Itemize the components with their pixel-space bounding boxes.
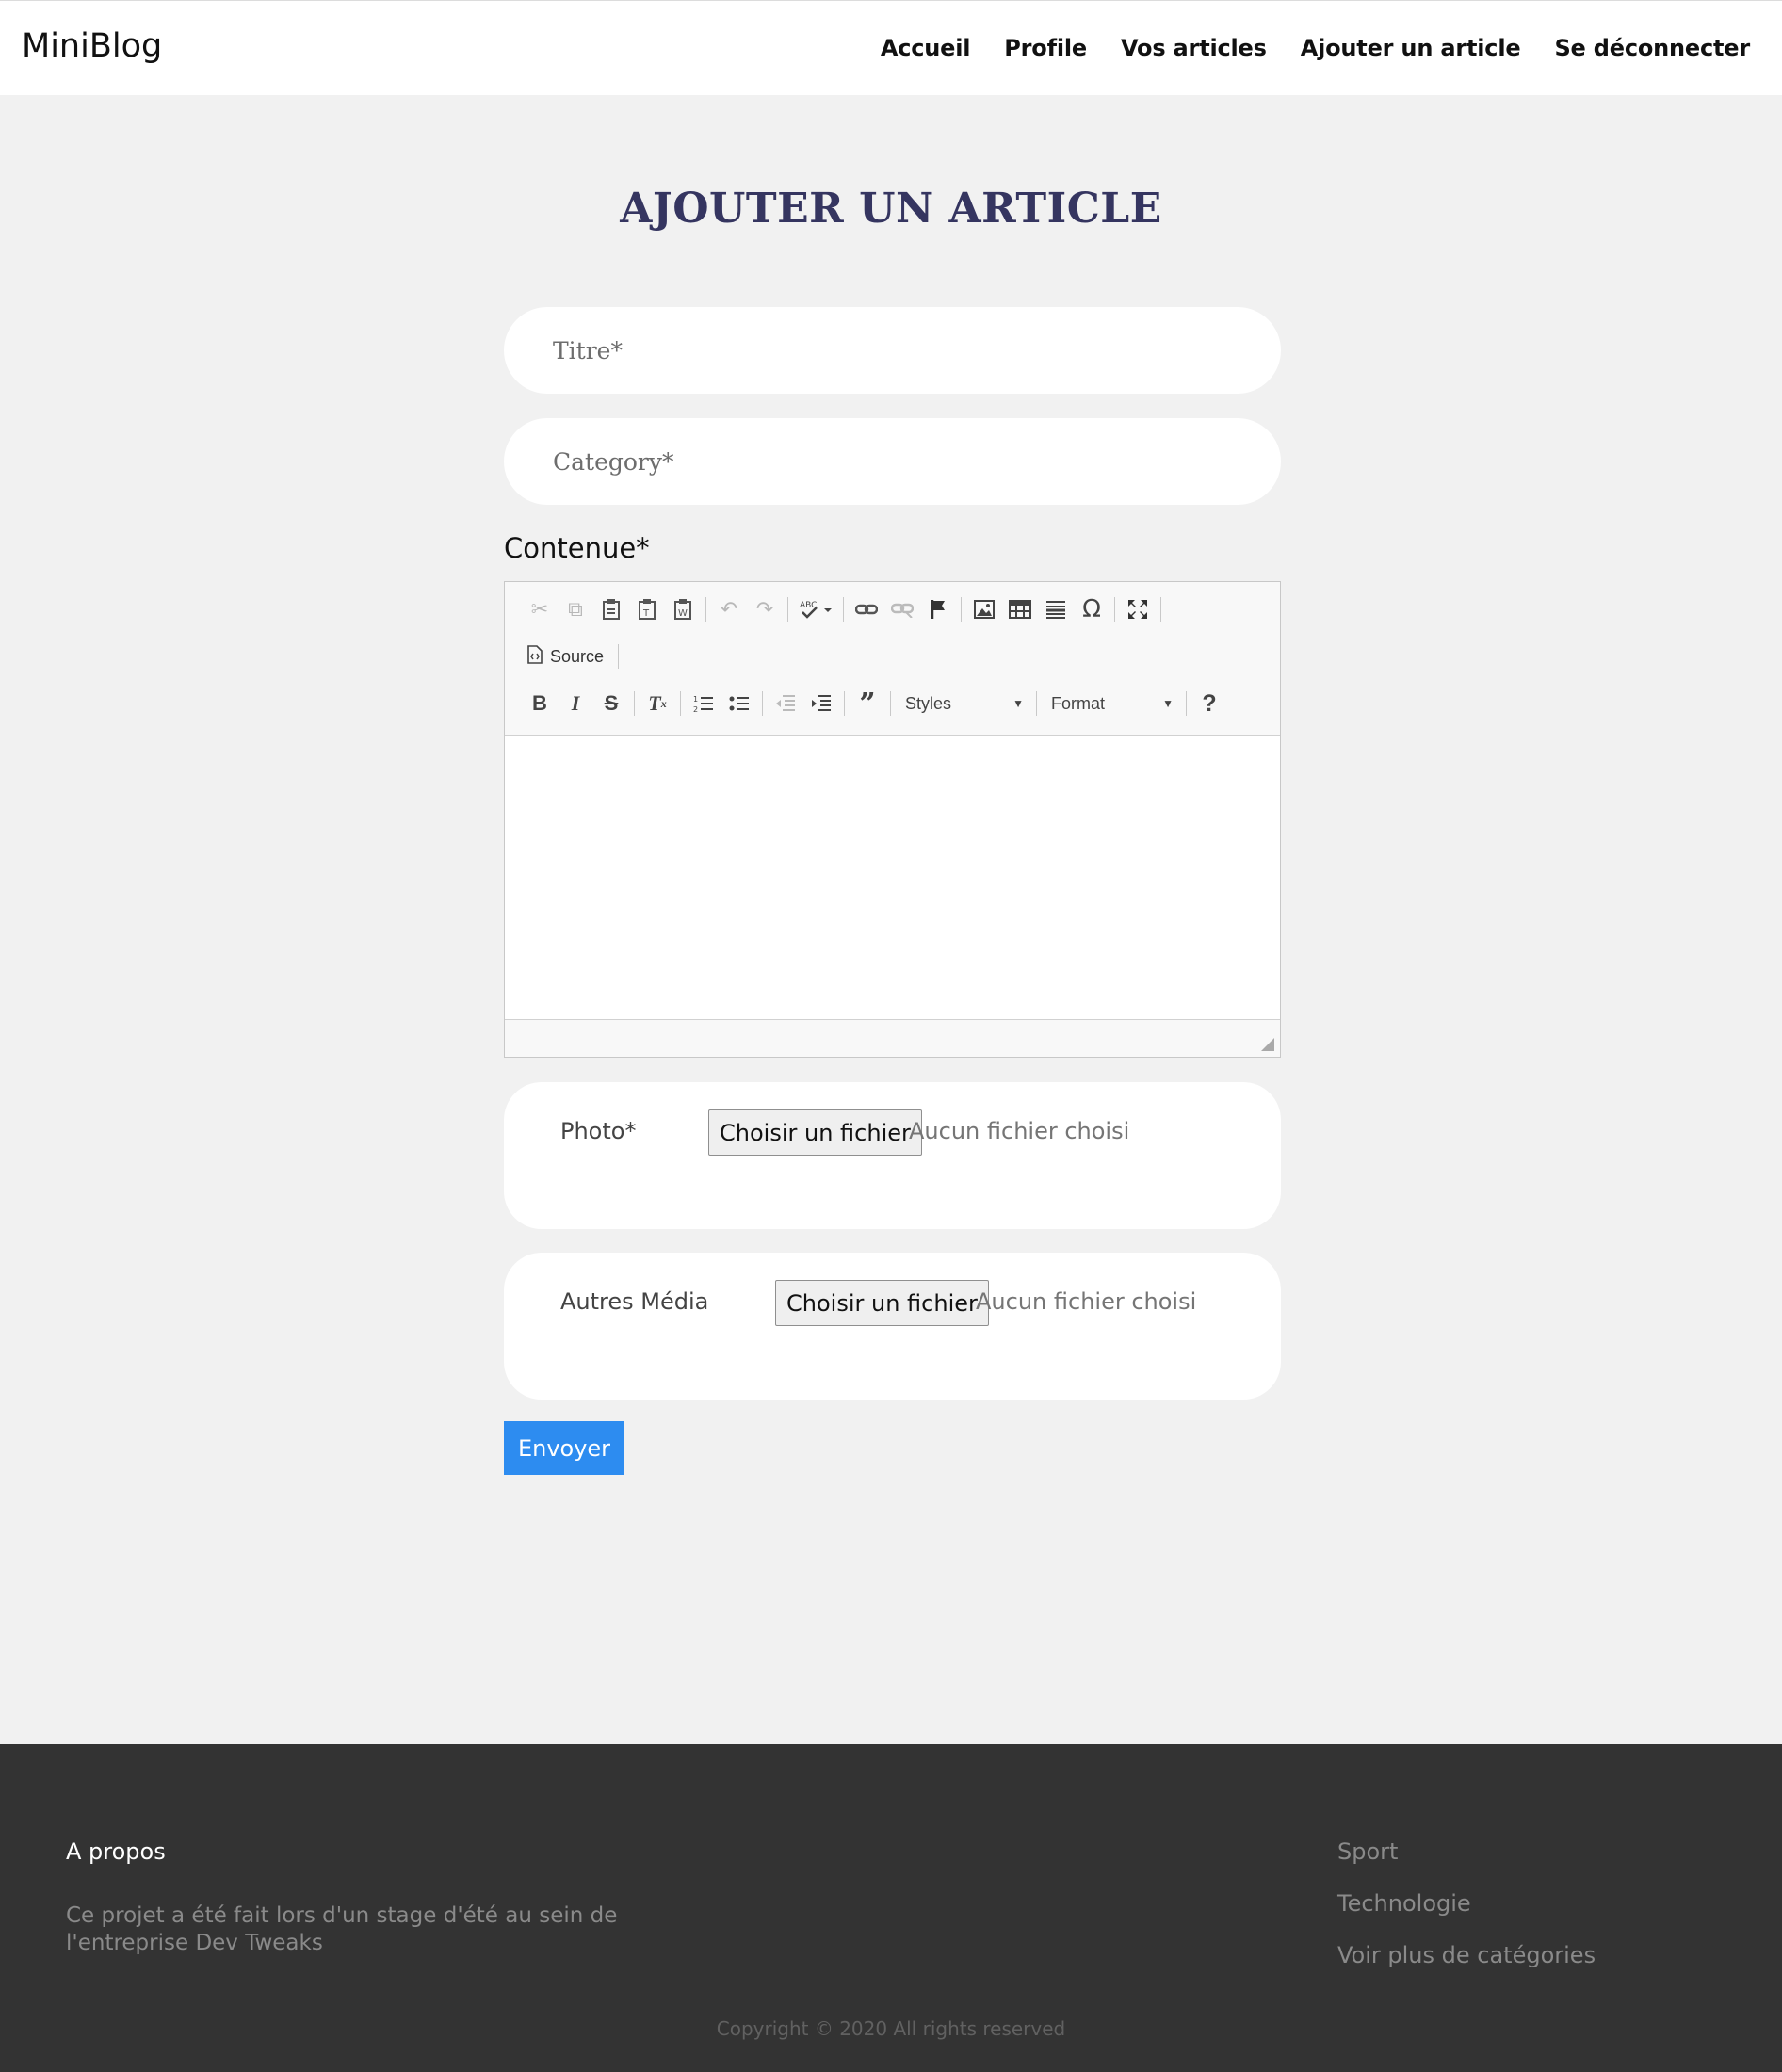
footer: A propos Ce projet a été fait lors d'un … [0,1744,1782,2072]
toolbar-separator [890,691,891,716]
link-icon[interactable] [849,592,884,626]
paste-text-icon[interactable]: T [629,592,665,626]
toolbar-separator [1160,597,1161,622]
about-text: Ce projet a été fait lors d'un stage d'é… [66,1903,618,1955]
page-title: AJOUTER UN ARTICLE [620,185,1162,233]
paste-word-icon[interactable]: W [665,592,701,626]
table-icon[interactable] [1002,592,1038,626]
media-label: Autres Média [560,1288,709,1315]
undo-icon[interactable]: ↶ [711,592,747,626]
styles-label: Styles [905,693,952,713]
italic-icon[interactable]: I [558,687,593,720]
format-dropdown[interactable]: Format ▼ [1042,687,1181,720]
editor-toolbar: ✂ ⧉ T W ↶ ↷ ABC Ω Source B I S T x 1 2 ”… [505,582,1280,736]
bulleted-list-icon[interactable] [721,687,757,720]
top-navbar: MiniBlog Accueil Profile Vos articles Aj… [0,0,1782,95]
redo-icon[interactable]: ↷ [747,592,783,626]
bold-icon[interactable]: B [522,687,558,720]
footer-link-sport[interactable]: Sport [1337,1838,1596,1865]
special-char-icon[interactable]: Ω [1074,592,1110,626]
svg-text:2: 2 [693,705,698,713]
media-choose-file-button[interactable]: Choisir un fichier [775,1280,989,1326]
nav-link-profile[interactable]: Profile [1004,35,1087,61]
source-label: Source [550,646,605,666]
footer-link-technologie[interactable]: Technologie [1337,1890,1596,1917]
spellcheck-icon[interactable]: ABC [793,592,838,626]
nav-link-ajouter-article[interactable]: Ajouter un article [1301,35,1521,61]
footer-links: Sport Technologie Voir plus de catégorie… [1337,1838,1596,1994]
title-input[interactable] [504,307,1281,394]
main-nav: Accueil Profile Vos articles Ajouter un … [847,35,1750,61]
svg-text:1: 1 [693,695,698,704]
remove-format-icon[interactable]: Tx [640,687,675,720]
brand-logo[interactable]: MiniBlog [22,27,162,65]
nav-link-deconnecter[interactable]: Se déconnecter [1554,35,1750,61]
photo-choose-file-button[interactable]: Choisir un fichier [708,1109,922,1156]
submit-button[interactable]: Envoyer [504,1421,624,1475]
toolbar-separator [1186,691,1187,716]
nav-link-vos-articles[interactable]: Vos articles [1121,35,1267,61]
source-icon [527,644,543,669]
numbered-list-icon[interactable]: 12 [686,687,721,720]
category-input[interactable] [504,418,1281,505]
svg-text:W: W [678,608,688,619]
maximize-icon[interactable] [1120,592,1156,626]
media-file-status: Aucun fichier choisi [976,1288,1197,1315]
toolbar-separator [618,644,620,669]
editor-content-area[interactable] [505,736,1280,1020]
toolbar-separator [961,597,962,622]
image-icon[interactable] [966,592,1002,626]
copy-icon[interactable]: ⧉ [558,592,593,626]
nav-link-accueil[interactable]: Accueil [881,35,971,61]
about-title: A propos [66,1838,166,1865]
rich-text-editor: ✂ ⧉ T W ↶ ↷ ABC Ω Source B I S T x 1 2 ”… [504,581,1281,1058]
media-upload-card: Autres Média Choisir un fichier Aucun fi… [504,1253,1281,1400]
toolbar-separator [705,597,706,622]
format-label: Format [1051,693,1106,713]
toolbar-separator [1036,691,1037,716]
outdent-icon[interactable] [768,687,803,720]
styles-dropdown[interactable]: Styles ▼ [896,687,1031,720]
toolbar-separator [843,597,844,622]
photo-upload-card: Photo* Choisir un fichier Aucun fichier … [504,1082,1281,1229]
indent-icon[interactable] [803,687,839,720]
photo-label: Photo* [560,1118,637,1144]
horizontal-rule-icon[interactable] [1038,592,1074,626]
anchor-icon[interactable] [920,592,956,626]
svg-text:T: T [642,608,650,619]
toolbar-separator [1114,597,1115,622]
help-icon[interactable]: ? [1191,687,1227,720]
resize-handle-icon[interactable] [1261,1038,1274,1051]
footer-link-more-categories[interactable]: Voir plus de catégories [1337,1942,1596,1968]
content-label: Contenue* [504,532,650,564]
chevron-down-icon: ▼ [1012,697,1024,710]
photo-file-status: Aucun fichier choisi [909,1118,1130,1144]
toolbar-separator [680,691,681,716]
blockquote-icon[interactable]: ” [850,687,885,720]
unlink-icon[interactable] [884,592,920,626]
chevron-down-icon: ▼ [1162,697,1174,710]
cut-icon[interactable]: ✂ [522,592,558,626]
paste-icon[interactable] [593,592,629,626]
source-button[interactable]: Source [522,639,613,673]
strikethrough-icon[interactable]: S [593,687,629,720]
toolbar-separator [634,691,635,716]
toolbar-separator [762,691,763,716]
toolbar-separator [844,691,845,716]
toolbar-separator [787,597,788,622]
copyright: Copyright © 2020 All rights reserved [716,2017,1066,2040]
